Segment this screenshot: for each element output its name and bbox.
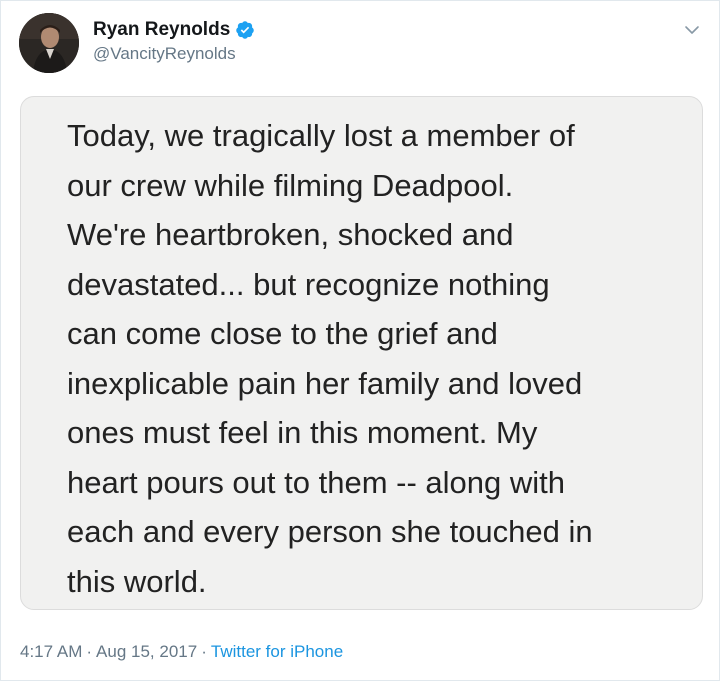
chevron-down-icon[interactable]: [683, 21, 701, 39]
name-row: Ryan Reynolds: [93, 19, 255, 41]
tweet-meta: 4:17 AM · Aug 15, 2017 · Twitter for iPhone: [20, 641, 343, 663]
tweet-image-statement[interactable]: Today, we tragically lost a member of ou…: [20, 96, 703, 610]
meta-separator: ·: [201, 642, 207, 661]
user-identity: Ryan Reynolds @VancityReynolds: [93, 19, 255, 65]
tweet-time[interactable]: 4:17 AM: [20, 642, 82, 661]
tweet-source-link[interactable]: Twitter for iPhone: [211, 642, 343, 661]
avatar[interactable]: [19, 13, 79, 73]
user-handle[interactable]: @VancityReynolds: [93, 43, 255, 65]
profile-photo-icon: [19, 13, 79, 73]
tweet-card: Ryan Reynolds @VancityReynolds Today, we…: [0, 0, 720, 681]
meta-separator: ·: [86, 642, 93, 661]
display-name[interactable]: Ryan Reynolds: [93, 19, 230, 41]
tweet-date[interactable]: Aug 15, 2017: [96, 642, 197, 661]
tweet-header: Ryan Reynolds @VancityReynolds: [19, 13, 701, 73]
statement-text: Today, we tragically lost a member of ou…: [67, 118, 593, 599]
verified-badge-icon: [235, 20, 255, 40]
